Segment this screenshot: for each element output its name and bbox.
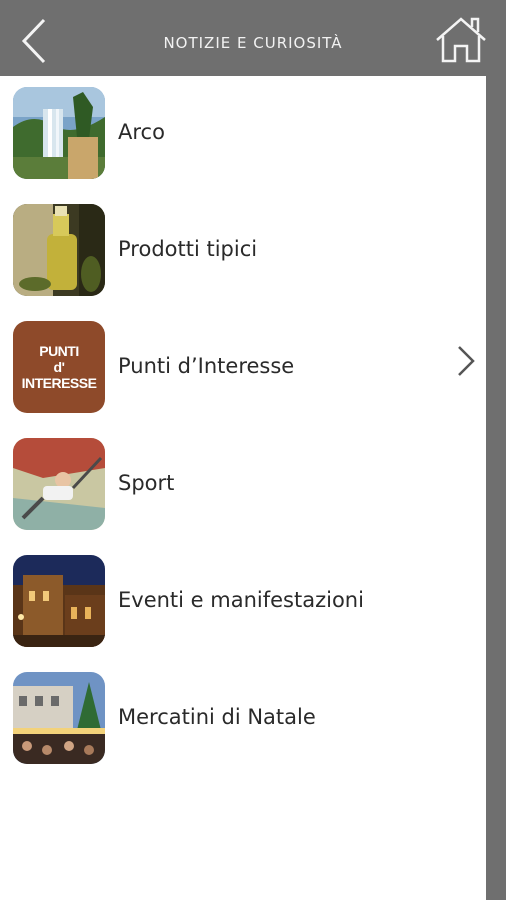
list-item-label: Arco xyxy=(118,120,165,144)
prodotti-tipici-thumbnail xyxy=(13,204,105,296)
home-icon xyxy=(436,17,486,63)
list-item-label: Sport xyxy=(118,471,175,495)
punti-interesse-thumbnail: PUNTI d' INTERESSE xyxy=(13,321,105,413)
mercatini-thumbnail xyxy=(13,672,105,764)
home-button[interactable] xyxy=(434,16,488,64)
list-item-eventi-manifestazioni[interactable]: Eventi e manifestazioni xyxy=(0,544,486,661)
chevron-right-icon xyxy=(458,346,475,376)
list-item-label: Punti d’Interesse xyxy=(118,354,295,378)
list-item-mercatini-natale[interactable]: Mercatini di Natale xyxy=(0,661,486,778)
app-header: NOTIZIE E CURIOSITÀ xyxy=(0,0,506,76)
list-item-label: Eventi e manifestazioni xyxy=(118,588,364,612)
page-title: NOTIZIE E CURIOSITÀ xyxy=(163,34,343,52)
thumbnail-text: PUNTI d' INTERESSE xyxy=(21,343,97,391)
list-item-sport[interactable]: Sport xyxy=(0,427,486,544)
list-item-label: Prodotti tipici xyxy=(118,237,258,261)
list-item-arco[interactable]: Arco xyxy=(0,76,486,193)
list-item-punti-interesse[interactable]: PUNTI d' INTERESSE Punti d’Interesse xyxy=(0,310,486,427)
list-item-label: Mercatini di Natale xyxy=(118,705,316,729)
sport-thumbnail xyxy=(13,438,105,530)
list-item-prodotti-tipici[interactable]: Prodotti tipici xyxy=(0,193,486,310)
right-edge-bar xyxy=(486,76,506,900)
arco-thumbnail xyxy=(13,87,105,179)
menu-list: Arco Prodotti tipici PUNTI d' INTERESSE … xyxy=(0,76,486,900)
eventi-thumbnail xyxy=(13,555,105,647)
